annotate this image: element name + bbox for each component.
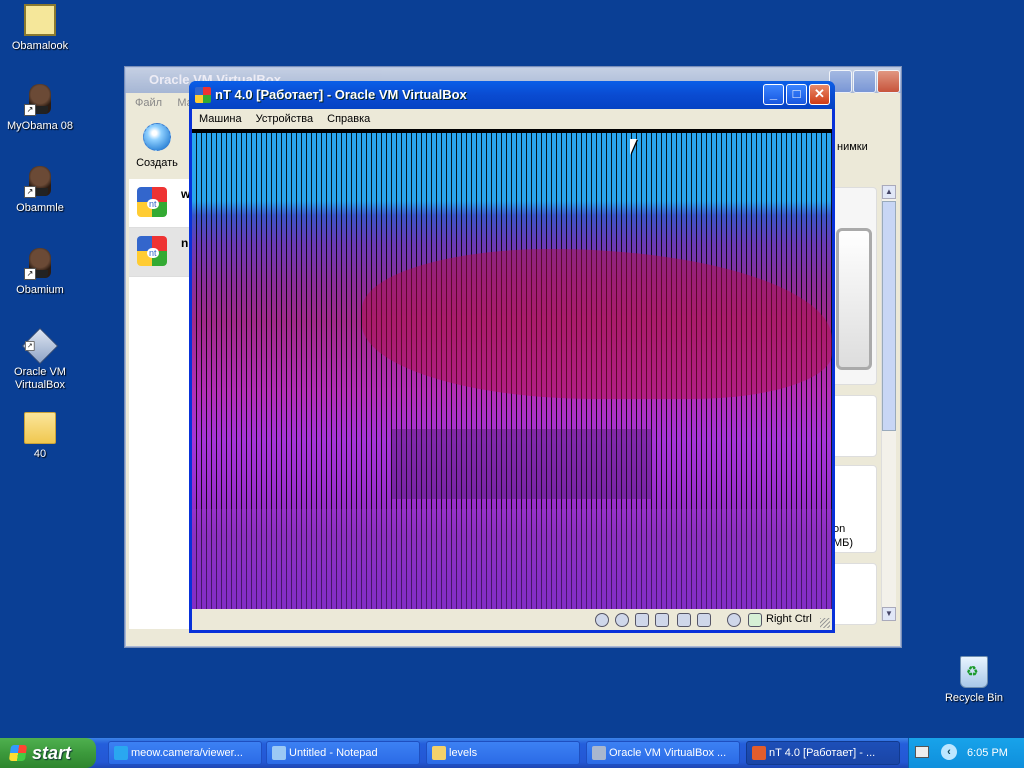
create-label: Создать	[136, 157, 178, 169]
desktop-icon-recycle-bin[interactable]: Recycle Bin	[934, 656, 1014, 705]
app-icon	[24, 4, 56, 36]
vm-titlebar[interactable]: nT 4.0 [Работает] - Oracle VM VirtualBox…	[189, 81, 835, 109]
desktop-icon-virtualbox[interactable]: ↗ Oracle VM VirtualBox	[0, 327, 80, 392]
recycle-bin-icon	[958, 656, 990, 688]
vm-statusbar: Right Ctrl	[192, 609, 832, 630]
usb-icon[interactable]	[635, 613, 649, 627]
mouse-cursor-icon	[630, 139, 637, 155]
desktop-icon-folder-40[interactable]: 40	[0, 412, 80, 461]
folder-icon	[432, 746, 446, 760]
windows-logo-icon	[8, 745, 28, 761]
taskbar-button-browser[interactable]: meow.camera/viewer...	[108, 741, 262, 765]
display-artifact	[392, 429, 652, 499]
harddisk-icon[interactable]	[595, 613, 609, 627]
vm-list-item[interactable]: nt n	[129, 228, 195, 277]
create-icon	[143, 123, 171, 151]
shortcut-arrow-icon: ↗	[24, 104, 36, 116]
cd-icon[interactable]	[615, 613, 629, 627]
obama-face-icon: ↗	[24, 166, 56, 198]
menu-help[interactable]: Справка	[320, 109, 377, 129]
scroll-up-icon[interactable]: ▲	[882, 185, 896, 199]
close-button[interactable]	[877, 70, 900, 93]
taskbar-button-levels[interactable]: levels	[426, 741, 580, 765]
desktop-icon-obammle[interactable]: ↗ Obammle	[0, 166, 80, 215]
desktop-icon-obamium[interactable]: ↗ Obamium	[0, 248, 80, 297]
menu-devices[interactable]: Устройства	[249, 109, 321, 129]
snapshots-button-label[interactable]: нимки	[837, 141, 868, 153]
host-key-arrow-icon	[748, 613, 762, 627]
preview-image	[836, 228, 872, 370]
details-scrollbar[interactable]: ▲ ▼	[881, 185, 896, 621]
details-panel	[831, 563, 877, 625]
close-button[interactable]: ✕	[809, 84, 830, 105]
vm-window[interactable]: nT 4.0 [Работает] - Oracle VM VirtualBox…	[189, 81, 835, 633]
maximize-button[interactable]: □	[786, 84, 807, 105]
folder-icon	[24, 412, 56, 444]
maximize-button[interactable]	[853, 70, 876, 93]
virtualbox-icon: ↗	[21, 327, 59, 365]
shortcut-arrow-icon: ↗	[24, 268, 36, 280]
desktop-icon-label: Obammle	[16, 202, 64, 214]
display-artifact	[192, 509, 832, 609]
windows-nt-icon: nt	[137, 187, 167, 217]
desktop-icon-label: 40	[33, 448, 47, 460]
scroll-thumb[interactable]	[882, 201, 896, 431]
notepad-icon	[272, 746, 286, 760]
menu-file[interactable]: Файл	[135, 97, 162, 109]
vm-display[interactable]	[192, 129, 832, 609]
vm-menubar: Машина Устройства Справка	[192, 109, 832, 129]
host-key-label: Right Ctrl	[766, 613, 812, 625]
desktop-icon-myobama[interactable]: ↗ MyObama 08	[0, 84, 80, 133]
obama-face-icon: ↗	[24, 248, 56, 280]
show-hidden-icons-icon[interactable]: ‹	[941, 744, 957, 760]
virtualbox-icon	[592, 746, 606, 760]
system-tray: ‹ 6:05 PM	[908, 738, 1024, 768]
desktop-icon-label: Obamalook	[11, 40, 69, 52]
details-text: МБ)	[833, 537, 854, 549]
display-border	[192, 129, 832, 133]
menu-machine[interactable]: Машина	[192, 109, 249, 129]
mouse-integration-icon[interactable]	[727, 613, 741, 627]
shortcut-arrow-icon: ↗	[25, 341, 35, 351]
desktop-icon-label: Obamium	[16, 284, 64, 296]
minimize-button[interactable]: _	[763, 84, 784, 105]
start-label: start	[32, 743, 72, 763]
browser-icon	[114, 746, 128, 760]
shared-folders-icon[interactable]	[677, 613, 691, 627]
nt-icon	[195, 87, 211, 103]
resize-grip-icon[interactable]	[820, 618, 830, 628]
vm-name: n	[181, 236, 189, 250]
details-panel	[831, 395, 877, 457]
network-icon[interactable]	[655, 613, 669, 627]
vm-list: nt w nt n	[129, 179, 195, 629]
vm-list-item[interactable]: nt w	[129, 179, 195, 228]
taskbar: start meow.camera/viewer... Untitled - N…	[0, 738, 1024, 768]
obama-face-icon: ↗	[24, 84, 56, 116]
vm-title: nT 4.0 [Работает] - Oracle VM VirtualBox	[215, 87, 467, 102]
keyboard-icon[interactable]	[915, 746, 929, 758]
windows-nt-icon: nt	[137, 236, 167, 266]
taskbar-button-virtualbox[interactable]: Oracle VM VirtualBox ...	[586, 741, 740, 765]
desktop-icon-label: Recycle Bin	[944, 692, 1004, 704]
desktop-icon-obamalook[interactable]: Obamalook	[0, 4, 80, 53]
nt-icon	[752, 746, 766, 760]
details-panel-header	[831, 187, 877, 385]
display-artifact	[362, 249, 832, 399]
video-capture-icon[interactable]	[697, 613, 711, 627]
scroll-down-icon[interactable]: ▼	[882, 607, 896, 621]
taskbar-button-nt-vm[interactable]: nT 4.0 [Работает] - ...	[746, 741, 900, 765]
start-button[interactable]: start	[0, 738, 96, 768]
desktop-icon-label: Oracle VM VirtualBox	[14, 366, 66, 391]
clock[interactable]: 6:05 PM	[967, 738, 1008, 768]
taskbar-button-notepad[interactable]: Untitled - Notepad	[266, 741, 420, 765]
desktop-icon-label: MyObama 08	[6, 120, 74, 132]
create-button[interactable]: Создать	[131, 123, 183, 169]
shortcut-arrow-icon: ↗	[24, 186, 36, 198]
manager-menubar: Файл Ма	[135, 97, 193, 109]
